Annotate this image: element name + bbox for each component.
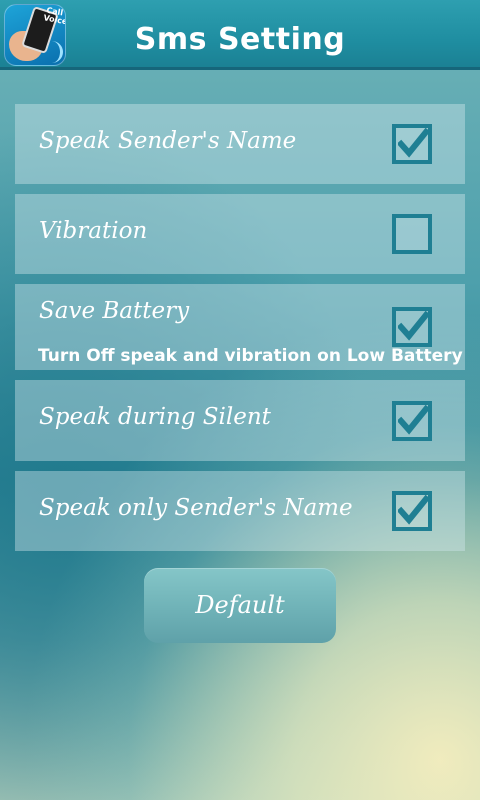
vibration-checkbox[interactable] — [392, 214, 432, 254]
setting-row-save-battery[interactable]: Save Battery Turn Off speak and vibratio… — [15, 284, 465, 370]
setting-row-speak-sender-name[interactable]: Speak Sender's Name — [15, 104, 465, 184]
header-bar: Call Voice Sms Setting — [0, 0, 480, 70]
setting-label: Speak during Silent — [39, 404, 271, 430]
setting-label: Vibration — [39, 218, 148, 244]
setting-row-vibration[interactable]: Vibration — [15, 194, 465, 274]
speak-during-silent-checkbox[interactable] — [392, 401, 432, 441]
speak-sender-name-checkbox[interactable] — [392, 124, 432, 164]
checkmark-icon — [398, 128, 428, 158]
checkmark-icon — [398, 405, 428, 435]
setting-label: Speak only Sender's Name — [39, 495, 353, 521]
checkmark-icon — [398, 311, 428, 341]
setting-row-speak-during-silent[interactable]: Speak during Silent — [15, 380, 465, 461]
page-title: Sms Setting — [134, 22, 346, 57]
setting-sublabel: Turn Off speak and vibration on Low Batt… — [38, 346, 463, 366]
speak-only-sender-name-checkbox[interactable] — [392, 491, 432, 531]
default-button[interactable]: Default — [144, 568, 336, 643]
setting-row-speak-only-sender-name[interactable]: Speak only Sender's Name — [15, 471, 465, 551]
checkmark-icon — [398, 495, 428, 525]
setting-label: Save Battery — [39, 298, 190, 324]
setting-label: Speak Sender's Name — [39, 128, 297, 154]
save-battery-checkbox[interactable] — [392, 307, 432, 347]
